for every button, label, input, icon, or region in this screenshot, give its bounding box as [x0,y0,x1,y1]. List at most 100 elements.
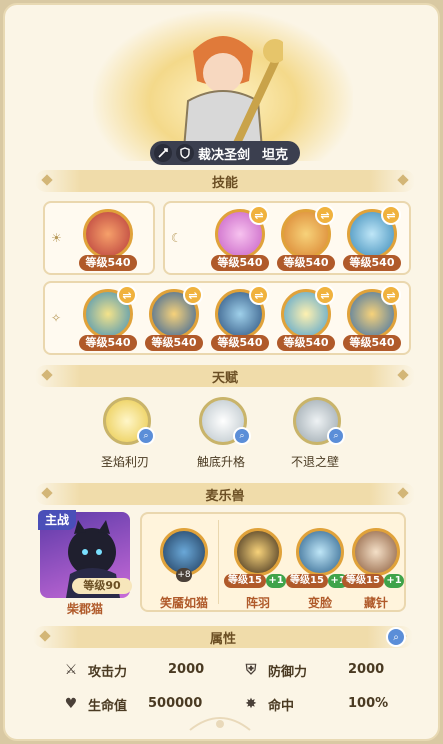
skill-slot[interactable]: ⇌ 等级540 [211,205,269,273]
skill-row-box: ✧ ⇌ 等级540 ⇌ 等级540 ⇌ 等级540 ⇌ 等级540 ⇌ 等级54… [43,281,411,355]
main-pet-tag: 主战 [38,510,76,530]
skill-slot[interactable]: ⇌ 等级540 [211,285,269,353]
defense-label-row: ⛨ 防御力 [242,659,307,681]
hero-figure-art [181,36,283,161]
talent-slot[interactable]: ⌕ 圣焰利刃 [85,397,165,473]
accuracy-label: 命中 [268,698,295,714]
swap-icon[interactable]: ⇌ [117,285,137,305]
skill-level: 等级540 [343,335,401,351]
diamond-ornament-icon [397,369,409,381]
hero-portrait [93,11,353,161]
defense-label: 防御力 [268,664,308,680]
swap-icon[interactable]: ⇌ [249,205,269,225]
talents-section-header: 天赋 [35,365,415,387]
shield-icon: ⛨ [245,662,257,678]
attack-label-row: ⚔ 攻击力 [62,659,127,681]
skill-icon [83,209,133,259]
attack-value: 2000 [168,662,205,677]
swap-icon[interactable]: ⇌ [183,285,203,305]
feature-pet-slot[interactable]: +8 笑靥如猫 [154,518,214,610]
magnifier-icon[interactable]: ⌕ [137,427,155,445]
talent-name: 不退之壁 [290,455,339,469]
pet-level: 等级15 [286,574,328,588]
talents-title: 天赋 [211,370,238,386]
attack-label: 攻击力 [88,664,128,680]
talent-slot[interactable]: ⌕ 不退之壁 [275,397,355,473]
accuracy-value: 100% [348,696,389,711]
hero-name-badge: 裁决圣剑 坦克 [150,141,301,165]
attributes-title: 属性 [209,631,236,647]
diamond-ornament-icon [41,369,53,381]
skills-section-header: 技能 [35,170,415,192]
skill-slot[interactable]: ⇌ 等级540 [277,205,335,273]
skill-slot[interactable]: ⇌ 等级540 [277,285,335,353]
heart-icon: ♥ [64,696,78,712]
bottom-ornament-icon [189,717,251,731]
attributes-detail-magnifier-icon[interactable]: ⌕ [386,627,406,647]
pet-icon [296,528,344,576]
diamond-ornament-icon [397,174,409,186]
feature-pet-name: 笑靥如猫 [159,596,208,610]
pet-plus-badge: +1 [266,574,286,588]
skill-slot[interactable]: ⇌ 等级540 [145,285,203,353]
pet-icon [234,528,282,576]
hp-value: 500000 [148,696,203,711]
main-pet-level: 等级90 [72,578,132,594]
skill-slot[interactable]: ⇌ 等级540 [79,285,137,353]
hero-class-name: 裁决圣剑 [198,147,251,163]
attributes-section-header: 属性 [33,626,413,648]
magnifier-icon[interactable]: ⌕ [327,427,345,445]
moon-icon: ☾ [171,231,182,245]
skill-level: 等级540 [79,335,137,351]
skill-slot[interactable]: ⇌ 等级540 [343,205,401,273]
pet-plus-badge: +1 [384,574,404,588]
divider [218,520,219,604]
diamond-ornament-icon [39,630,51,642]
magnifier-icon[interactable]: ⌕ [233,427,251,445]
swap-icon[interactable]: ⇌ [315,285,335,305]
main-pet-name: 柴郡猫 [66,602,103,616]
skill-level: 等级540 [277,255,335,271]
defense-value: 2000 [348,662,385,677]
skill-level: 等级540 [343,255,401,271]
skill-level: 等级540 [79,255,137,271]
pet-name: 藏针 [363,596,388,610]
skills-title: 技能 [211,175,238,191]
diamond-ornament-icon [397,487,409,499]
pet-slot[interactable]: 等级15 +1 阵羽 [224,518,288,610]
sun-icon: ☀ [51,231,62,245]
skill-slot[interactable]: ⇌ 等级540 [343,285,401,353]
pet-level: 等级15 [342,574,384,588]
talent-name: 触底升格 [196,455,245,469]
crossed-swords-icon: ⚔ [64,662,78,678]
sparkle-icon: ✧ [51,311,62,325]
pet-team-box: +8 笑靥如猫 等级15 +1 阵羽 等级15 +1 变脸 等级15 +1 藏针 [140,512,406,612]
swap-icon[interactable]: ⇌ [315,205,335,225]
talent-slot[interactable]: ⌕ 触底升格 [181,397,261,473]
pets-title: 麦乐兽 [205,488,245,504]
hp-label-row: ♥ 生命值 [62,693,127,715]
skill-level: 等级540 [145,335,203,351]
feature-pet-badge: +8 [176,568,192,582]
active-skill-box: ☀ 等级540 [43,201,155,275]
shield-icon [176,144,194,162]
sword-icon [154,144,172,162]
pet-icon [352,528,400,576]
diamond-ornament-icon [41,487,53,499]
pets-section-header: 麦乐兽 [35,483,415,505]
pet-level: 等级15 [224,574,266,588]
skill-level: 等级540 [277,335,335,351]
skill-level: 等级540 [211,335,269,351]
skill-level: 等级540 [211,255,269,271]
talent-name: 圣焰利刃 [100,455,149,469]
swap-icon[interactable]: ⇌ [381,205,401,225]
swap-icon[interactable]: ⇌ [249,285,269,305]
passive-skill-box: ☾ ⇌ 等级540 ⇌ 等级540 ⇌ 等级540 [163,201,411,275]
target-star-icon: ✸ [245,696,257,712]
skill-slot[interactable]: 等级540 [79,209,137,273]
diamond-ornament-icon [41,174,53,186]
swap-icon[interactable]: ⇌ [381,285,401,305]
pet-slot[interactable]: 等级15 +1 藏针 [342,518,406,610]
hero-role: 坦克 [262,147,289,163]
hp-label: 生命值 [88,698,128,714]
